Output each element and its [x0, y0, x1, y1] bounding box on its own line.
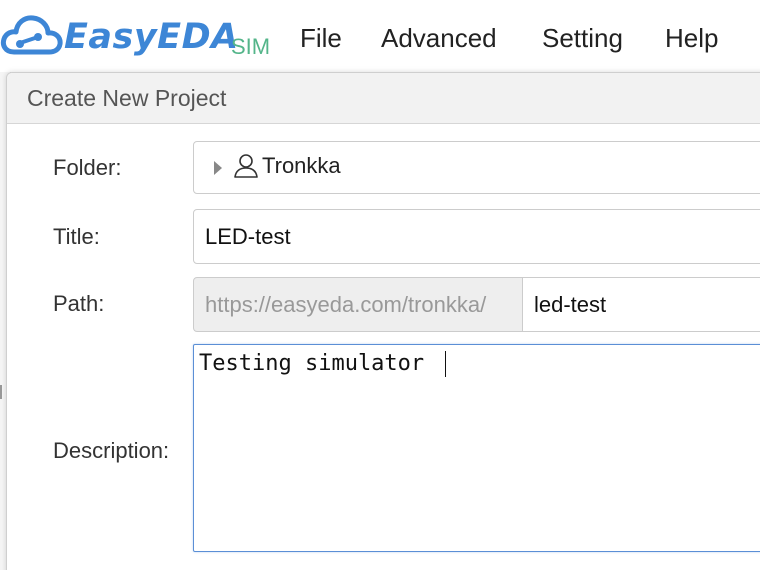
folder-select[interactable]: Tronkka — [193, 141, 760, 194]
title-field-wrap — [193, 209, 760, 264]
description-textarea[interactable]: Testing simulator — [193, 344, 760, 552]
menu-help[interactable]: Help — [665, 22, 718, 54]
path-label: Path: — [53, 291, 105, 316]
menu-file[interactable]: File — [300, 22, 342, 54]
folder-label: Folder: — [53, 155, 122, 180]
description-label: Description: — [53, 438, 170, 463]
menu-advanced[interactable]: Advanced — [381, 22, 497, 54]
path-prefix: https://easyeda.com/tronkka/ — [193, 277, 523, 332]
path-input[interactable] — [523, 278, 760, 331]
user-icon — [234, 154, 258, 178]
path-input-wrap — [522, 277, 760, 332]
description-text: Testing simulator — [199, 351, 447, 377]
description-value: Testing simulator — [199, 351, 438, 376]
easyeda-logo[interactable]: EasyEDA SIM — [0, 8, 290, 64]
cloud-logo-icon — [0, 15, 63, 55]
title-label: Title: — [53, 224, 100, 249]
create-project-dialog: Create New Project Folder: Tronkka Title… — [6, 72, 760, 570]
path-group: https://easyeda.com/tronkka/ — [193, 277, 760, 332]
folder-name: Tronkka — [262, 153, 341, 178]
path-prefix-text: https://easyeda.com/tronkka/ — [205, 292, 487, 317]
logo-subtitle: SIM — [231, 34, 271, 59]
caret-right-icon[interactable] — [214, 161, 222, 175]
dialog-title: Create New Project — [27, 85, 227, 111]
menu-bar: EasyEDA SIM File Advanced Setting Help — [0, 0, 760, 72]
logo-text: EasyEDA — [64, 17, 239, 57]
easyeda-window: EasyEDA SIM File Advanced Setting Help C… — [0, 0, 760, 570]
text-cursor — [445, 351, 447, 377]
title-input[interactable] — [194, 210, 760, 263]
menu-setting[interactable]: Setting — [542, 22, 623, 54]
dialog-header[interactable]: Create New Project — [7, 73, 760, 124]
